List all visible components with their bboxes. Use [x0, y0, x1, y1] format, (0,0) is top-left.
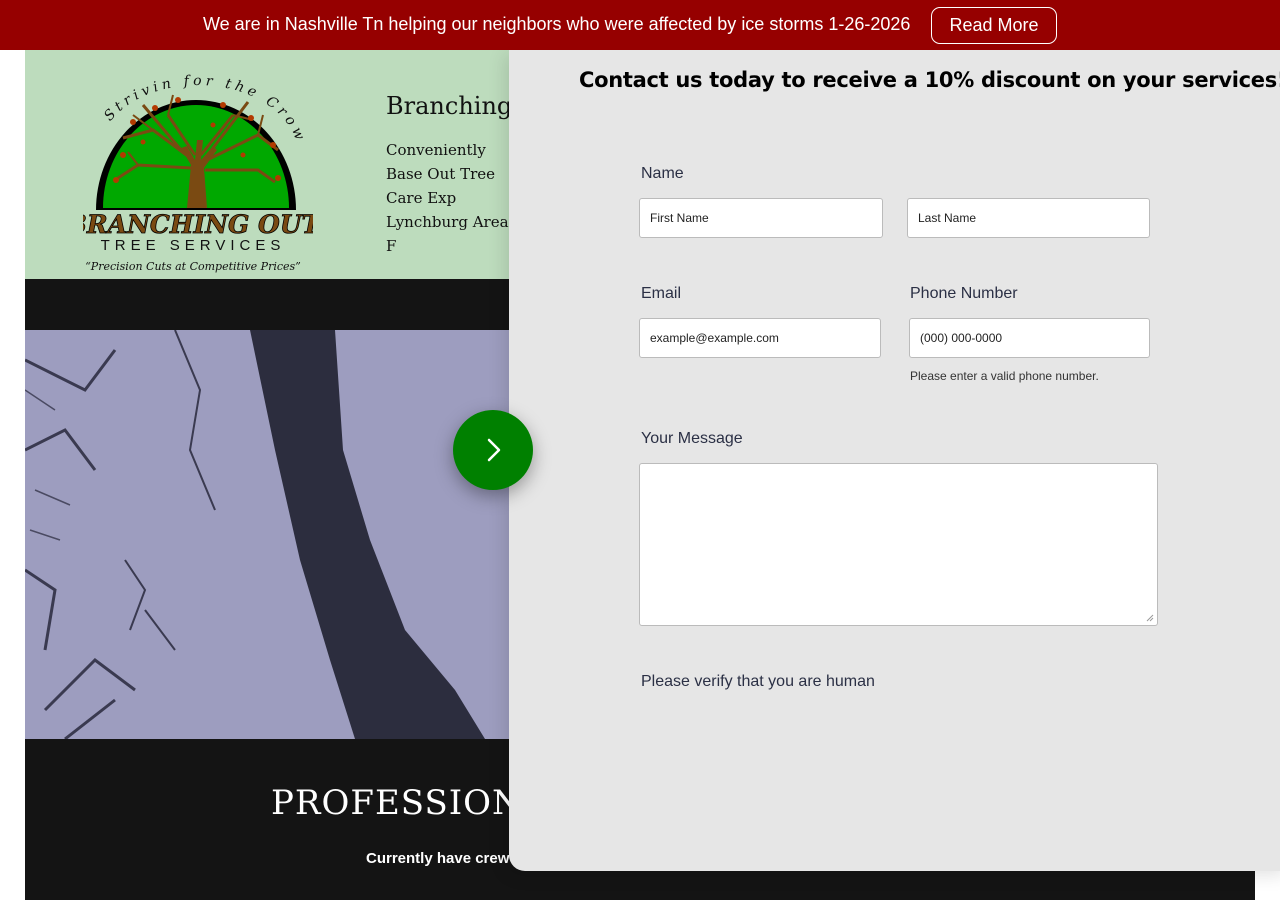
- last-name-placeholder: Last Name: [918, 211, 977, 225]
- contact-panel: Contact us today to receive a 10% discou…: [509, 50, 1280, 871]
- message-label: Your Message: [641, 430, 743, 447]
- email-label: Email: [641, 285, 682, 302]
- first-name-input[interactable]: First Name: [639, 198, 883, 238]
- hero-heading: PROFESSIONA: [271, 783, 549, 823]
- branching-out-logo[interactable]: Strivin for the Crown BRANCHING OUT TREE…: [83, 60, 313, 275]
- phone-hint: Please enter a valid phone number.: [910, 369, 1099, 383]
- name-label: Name: [641, 165, 684, 182]
- logo-name: BRANCHING OUT: [83, 210, 313, 239]
- announcement-bar: We are in Nashville Tn helping our neigh…: [0, 0, 1280, 50]
- logo-subname: TREE SERVICES: [101, 237, 286, 254]
- email-placeholder: example@example.com: [650, 331, 779, 345]
- phone-label: Phone Number: [910, 285, 1018, 302]
- last-name-input[interactable]: Last Name: [907, 198, 1150, 238]
- read-more-button[interactable]: Read More: [931, 7, 1057, 44]
- contact-panel-title: Contact us today to receive a 10% discou…: [579, 68, 1280, 92]
- slider-next-button[interactable]: [453, 410, 533, 490]
- logo-tagline: “Precision Cuts at Competitive Prices”: [85, 260, 301, 273]
- announcement-text: We are in Nashville Tn helping our neigh…: [203, 14, 911, 34]
- brand-description: Conveniently Base Out Tree Care Exp Lync…: [386, 141, 509, 255]
- phone-placeholder: (000) 000-0000: [920, 331, 1003, 345]
- message-textarea[interactable]: [639, 463, 1158, 626]
- chevron-right-icon: [487, 438, 501, 462]
- resize-handle-icon[interactable]: [1146, 614, 1154, 622]
- verify-label: Please verify that you are human: [641, 673, 875, 690]
- email-input[interactable]: example@example.com: [639, 318, 881, 358]
- phone-input[interactable]: (000) 000-0000: [909, 318, 1150, 358]
- hero-subtext: Currently have crew i: [366, 850, 518, 867]
- first-name-placeholder: First Name: [650, 211, 709, 225]
